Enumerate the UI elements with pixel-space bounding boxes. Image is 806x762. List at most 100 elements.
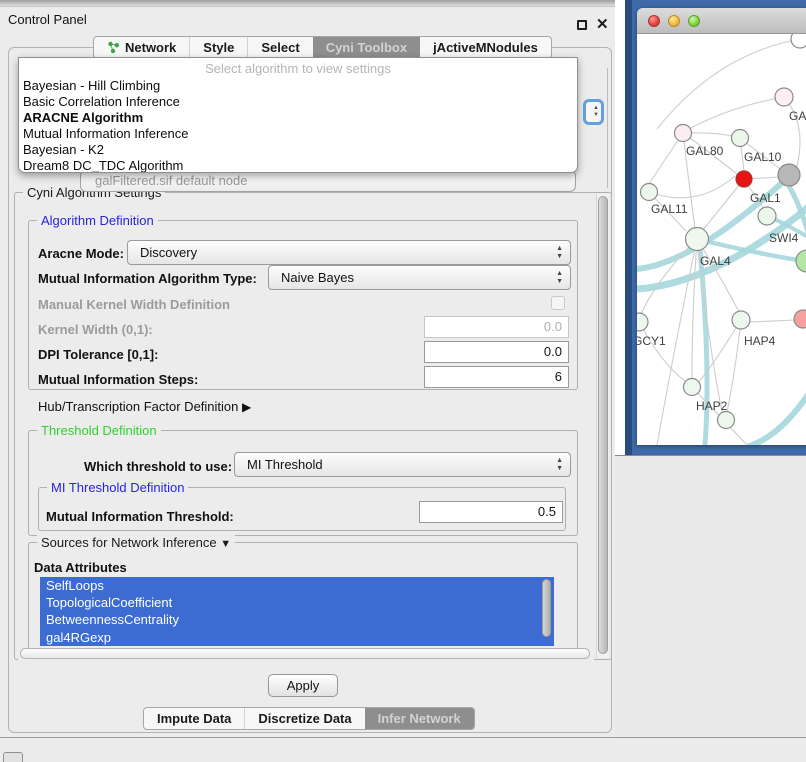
- which-threshold-value: MI Threshold: [247, 457, 323, 472]
- tab-jactivemnodules[interactable]: jActiveMNodules: [420, 37, 551, 58]
- mi-threshold-title: MI Threshold Definition: [47, 480, 188, 495]
- aracne-mode-label: Aracne Mode:: [38, 246, 124, 261]
- hub-definition-label: Hub/Transcription Factor Definition: [38, 399, 238, 414]
- top-tab-bar: Network Style Select Cyni Toolbox jActiv…: [93, 36, 552, 59]
- tab-cyni-toolbox[interactable]: Cyni Toolbox: [313, 37, 420, 58]
- bottom-strip: [0, 738, 806, 762]
- mi-steps-field[interactable]: 6: [424, 366, 569, 388]
- node[interactable]: [718, 412, 735, 429]
- node-hap2[interactable]: [684, 379, 701, 396]
- node-label: GAL10: [744, 150, 782, 164]
- node-label: GAL: [789, 109, 806, 123]
- tab-style[interactable]: Style: [189, 37, 247, 58]
- which-threshold-combo[interactable]: MI Threshold ▲▼: [234, 452, 571, 477]
- network-icon: [107, 41, 120, 54]
- panel-top-gradient: [0, 0, 620, 7]
- network-canvas[interactable]: GALGAL80GAL10GAL1GAL11SWI4GAL4GCY1HAP4YH…: [637, 34, 806, 445]
- combo-arrows-icon: ▲▼: [556, 457, 563, 473]
- manual-kernel-checkbox[interactable]: [551, 296, 565, 310]
- expander-right-icon: ▶: [242, 400, 251, 414]
- combo-arrows-icon: ▲▼: [556, 245, 563, 261]
- bottom-tab-bar: Impute Data Discretize Data Infer Networ…: [143, 707, 475, 730]
- node-label: HAP2: [696, 399, 728, 413]
- tab-label: Infer Network: [378, 711, 461, 726]
- table-panel: Table Panel ⚙ ✓✓ shared...name YDL19...Y…: [615, 455, 806, 737]
- dropdown-option[interactable]: Basic Correlation Inference: [19, 94, 577, 110]
- aracne-mode-value: Discovery: [140, 245, 197, 260]
- float-window-icon[interactable]: [577, 20, 587, 30]
- zoom-traffic-light-icon[interactable]: [688, 15, 700, 27]
- node-gal1[interactable]: [736, 171, 752, 187]
- minimize-traffic-light-icon[interactable]: [668, 15, 680, 27]
- screen: Control Panel ✕ Network Style Select Cyn…: [0, 0, 806, 762]
- focused-combo-fragment[interactable]: ▲▼: [583, 99, 604, 125]
- dropdown-option[interactable]: Bayesian - K2: [19, 142, 577, 158]
- dropdown-option[interactable]: Dream8 DC_TDC Algorithm: [19, 158, 577, 173]
- settings-vertical-scrollbar[interactable]: [596, 194, 609, 658]
- mi-threshold-field[interactable]: 0.5: [419, 501, 563, 523]
- node[interactable]: [778, 164, 800, 186]
- tab-select[interactable]: Select: [247, 37, 312, 58]
- manual-kernel-label: Manual Kernel Width Definition: [38, 297, 230, 312]
- apply-button[interactable]: Apply: [268, 674, 338, 697]
- dpi-tolerance-field[interactable]: 0.0: [424, 341, 569, 363]
- node-swi4[interactable]: [758, 207, 776, 225]
- table-data-combo-fragment[interactable]: galFiltered.sif default node: [80, 170, 576, 192]
- tab-impute-data[interactable]: Impute Data: [144, 708, 244, 729]
- tab-infer-network[interactable]: Infer Network: [365, 708, 474, 729]
- node-label: GAL80: [686, 144, 724, 158]
- which-threshold-label: Which threshold to use:: [84, 459, 232, 474]
- tab-network[interactable]: Network: [94, 37, 189, 58]
- data-attributes-list[interactable]: SelfLoopsTopologicalCoefficientBetweenne…: [40, 577, 554, 646]
- collapsed-panel-handle[interactable]: [3, 752, 23, 762]
- node-gal4[interactable]: [686, 228, 709, 251]
- tab-label: Cyni Toolbox: [326, 40, 407, 55]
- network-view-window: GALGAL80GAL10GAL1GAL11SWI4GAL4GCY1HAP4YH…: [637, 8, 806, 445]
- mi-type-combo[interactable]: Naive Bayes ▲▼: [268, 265, 571, 290]
- attribute-item[interactable]: SelfLoops: [40, 577, 554, 594]
- attribute-item[interactable]: BetweennessCentrality: [40, 611, 554, 628]
- node-gal11[interactable]: [641, 184, 658, 201]
- dropdown-placeholder: Select algorithm to view settings: [19, 58, 577, 78]
- threshold-definition-title: Threshold Definition: [37, 423, 161, 438]
- algorithm-dropdown-popup: Select algorithm to view settings Bayesi…: [18, 57, 578, 173]
- aracne-mode-combo[interactable]: Discovery ▲▼: [127, 240, 571, 265]
- node-label: GAL4: [700, 254, 731, 268]
- node-gal80[interactable]: [675, 125, 692, 142]
- tab-label: jActiveMNodules: [433, 40, 538, 55]
- node[interactable]: [791, 34, 806, 48]
- attribute-item[interactable]: gal4RGexp: [40, 629, 554, 646]
- settings-horizontal-scrollbar[interactable]: [18, 648, 594, 660]
- dropdown-option-aracne[interactable]: ARACNE Algorithm: [19, 110, 577, 126]
- attribute-item[interactable]: TopologicalCoefficient: [40, 594, 554, 611]
- node-label: SWI4: [769, 231, 799, 245]
- node[interactable]: [796, 250, 806, 272]
- node-label: HAP4: [744, 334, 776, 348]
- control-panel-titlebar: Control Panel ✕: [0, 7, 620, 32]
- expander-down-icon[interactable]: ▼: [220, 538, 231, 550]
- node-gcy1[interactable]: [637, 313, 648, 331]
- combo-arrows-icon: ▲▼: [593, 105, 599, 119]
- network-window-titlebar[interactable]: [637, 8, 806, 34]
- network-graph: GALGAL80GAL10GAL1GAL11SWI4GAL4GCY1HAP4YH…: [637, 34, 806, 445]
- algorithm-definition-title: Algorithm Definition: [37, 213, 158, 228]
- tab-discretize-data[interactable]: Discretize Data: [244, 708, 364, 729]
- attributes-list-scrollbar[interactable]: [542, 579, 551, 643]
- node-label: GAL11: [651, 202, 688, 216]
- dropdown-option[interactable]: Mutual Information Inference: [19, 126, 577, 142]
- node-gal[interactable]: [775, 88, 793, 106]
- node-hap4[interactable]: [732, 311, 750, 329]
- close-traffic-light-icon[interactable]: [648, 15, 660, 27]
- dpi-tolerance-label: DPI Tolerance [0,1]:: [38, 347, 158, 362]
- close-icon[interactable]: ✕: [596, 15, 609, 33]
- hub-definition-expander[interactable]: Hub/Transcription Factor Definition ▶: [38, 399, 251, 414]
- dropdown-option[interactable]: Bayesian - Hill Climbing: [19, 78, 577, 94]
- sources-title: Sources for Network Inference ▼: [37, 535, 235, 550]
- node-y[interactable]: [794, 310, 806, 328]
- control-panel-title: Control Panel: [8, 12, 87, 27]
- mi-type-label: Mutual Information Algorithm Type:: [38, 271, 257, 286]
- node-gal10[interactable]: [732, 130, 749, 147]
- tab-label: Select: [261, 40, 299, 55]
- kernel-width-field: 0.0: [424, 316, 569, 338]
- node-label: GCY1: [637, 334, 666, 348]
